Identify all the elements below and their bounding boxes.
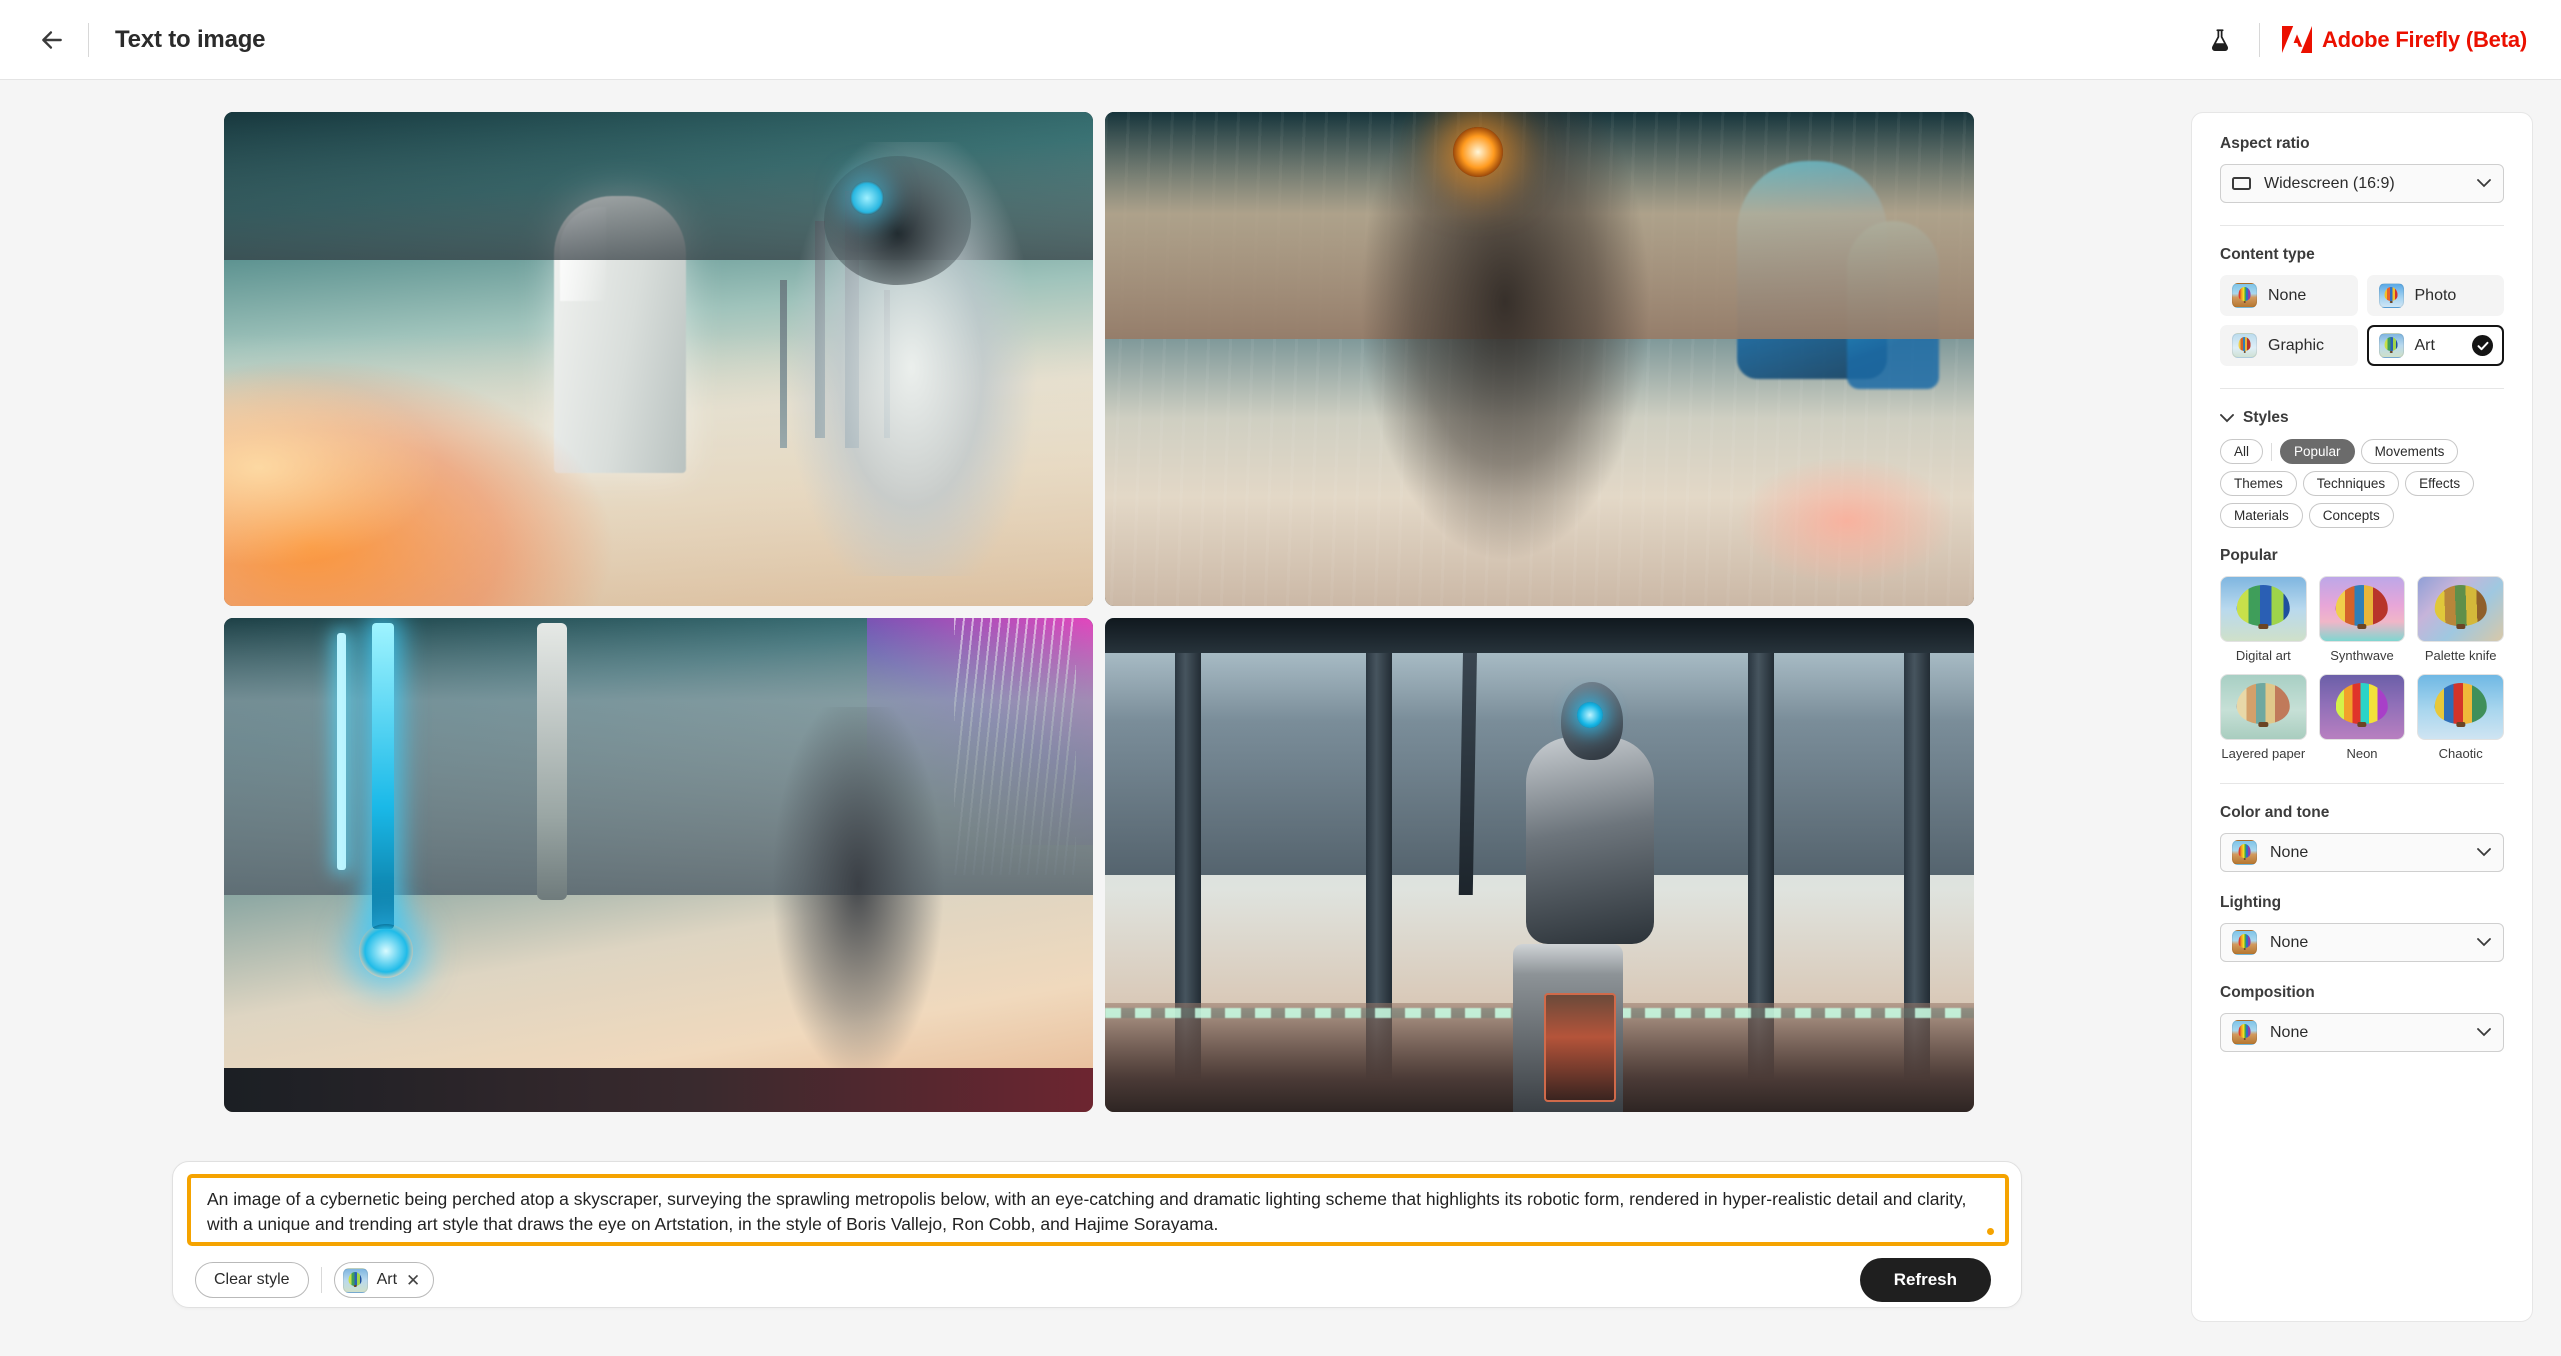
- style-thumbnail-image: [2417, 674, 2504, 740]
- balloon-thumbnail-icon: [2378, 283, 2404, 308]
- style-thumbnail-image: [2318, 576, 2406, 642]
- style-digital-art[interactable]: Digital art: [2220, 576, 2307, 663]
- style-thumbnail-image: [2318, 674, 2406, 740]
- style-filter-chips: All Popular Movements Themes Techniques …: [2220, 439, 2504, 528]
- lighting-select[interactable]: None: [2220, 923, 2504, 962]
- style-filter-effects[interactable]: Effects: [2405, 471, 2475, 496]
- style-filter-all[interactable]: All: [2220, 439, 2264, 464]
- adobe-logo-icon: [2281, 26, 2312, 53]
- generated-image-2[interactable]: [1105, 112, 1974, 606]
- balloon-thumbnail-icon: [2232, 930, 2257, 955]
- arrow-left-icon: [42, 30, 62, 49]
- generated-image-1[interactable]: [224, 112, 1093, 606]
- style-thumbnail-grid: Digital art Synthwave Palette knife Laye…: [2220, 576, 2504, 761]
- clear-style-button[interactable]: Clear style: [195, 1262, 309, 1298]
- firefly-brand[interactable]: Adobe Firefly (Beta): [2281, 26, 2527, 53]
- styles-header[interactable]: Styles: [2220, 409, 2504, 427]
- prompt-bar: An image of a cybernetic being perched a…: [172, 1161, 2022, 1308]
- balloon-thumbnail-icon: [342, 1267, 368, 1293]
- chevron-down-icon: [2477, 938, 2491, 947]
- content-type-art[interactable]: Art: [2366, 325, 2504, 366]
- style-filter-techniques[interactable]: Techniques: [2302, 471, 2400, 496]
- style-thumbnail-image: [2417, 576, 2504, 642]
- color-and-tone-label: Color and tone: [2220, 804, 2330, 821]
- generated-images-grid: [224, 112, 1974, 1112]
- balloon-thumbnail-icon: [2232, 333, 2257, 358]
- check-icon: [2472, 335, 2493, 356]
- prompt-actions: Clear style Art ✕: [195, 1262, 435, 1298]
- composition-value: None: [2270, 1023, 2309, 1041]
- settings-panel: Aspect ratio Widescreen (16:9) Content t…: [2191, 112, 2533, 1322]
- styles-label: Styles: [2243, 409, 2289, 426]
- action-separator: [320, 1267, 322, 1293]
- content-type-none[interactable]: None: [2220, 275, 2358, 316]
- style-filter-movements[interactable]: Movements: [2360, 439, 2459, 464]
- chevron-down-icon: [2477, 848, 2491, 857]
- panel-divider-3: [2220, 783, 2504, 784]
- balloon-thumbnail-icon: [2232, 840, 2257, 865]
- panel-divider-2: [2220, 388, 2504, 389]
- page-title: Text to image: [115, 25, 266, 53]
- style-filter-themes[interactable]: Themes: [2220, 471, 2297, 496]
- color-and-tone-value: None: [2270, 843, 2309, 861]
- lighting-value: None: [2270, 933, 2309, 951]
- content-type-label: Content type: [2220, 246, 2315, 263]
- style-thumbnail-image: [2220, 576, 2307, 642]
- aspect-ratio-value: Widescreen (16:9): [2264, 174, 2395, 192]
- header-divider-2: [2258, 22, 2260, 57]
- balloon-thumbnail-icon: [2378, 333, 2404, 358]
- style-chip-art[interactable]: Art ✕: [333, 1262, 435, 1298]
- content-type-photo[interactable]: Photo: [2366, 275, 2504, 316]
- color-and-tone-select[interactable]: None: [2220, 833, 2504, 872]
- chevron-down-icon: [2477, 179, 2491, 188]
- header-divider: [88, 22, 89, 57]
- aspect-ratio-icon: [2232, 177, 2251, 190]
- chevron-down-icon: [2477, 1028, 2491, 1037]
- style-palette-knife[interactable]: Palette knife: [2417, 576, 2504, 663]
- brand-name: Adobe Firefly (Beta): [2321, 26, 2527, 52]
- composition-label: Composition: [2220, 984, 2315, 1001]
- generated-image-4[interactable]: [1105, 618, 1974, 1112]
- popular-group-label: Popular: [2220, 547, 2278, 564]
- prompt-resize-dot[interactable]: [1987, 1228, 1994, 1235]
- aspect-ratio-select[interactable]: Widescreen (16:9): [2220, 164, 2504, 203]
- lighting-label: Lighting: [2220, 894, 2282, 911]
- style-filter-popular[interactable]: Popular: [2280, 439, 2355, 464]
- chip-separator: [2271, 442, 2273, 461]
- app-header: Text to image Adobe Firefly (Beta): [0, 0, 2561, 80]
- refresh-button[interactable]: Refresh: [1859, 1258, 1991, 1302]
- style-filter-materials[interactable]: Materials: [2220, 503, 2303, 528]
- style-synthwave[interactable]: Synthwave: [2318, 576, 2406, 663]
- prompt-input-wrapper[interactable]: An image of a cybernetic being perched a…: [187, 1174, 2009, 1246]
- back-button[interactable]: [30, 18, 74, 62]
- content-type-graphic[interactable]: Graphic: [2220, 325, 2358, 366]
- prompt-input[interactable]: An image of a cybernetic being perched a…: [207, 1187, 1989, 1233]
- style-filter-concepts[interactable]: Concepts: [2308, 503, 2394, 528]
- style-chip-label: Art: [376, 1271, 398, 1288]
- panel-divider-1: [2220, 225, 2504, 226]
- generated-image-3[interactable]: [224, 618, 1093, 1112]
- aspect-ratio-label: Aspect ratio: [2220, 135, 2310, 152]
- style-neon[interactable]: Neon: [2318, 674, 2406, 761]
- content-type-grid: None Photo Graphic Art: [2220, 275, 2504, 366]
- header-right-group: Adobe Firefly (Beta): [2203, 22, 2527, 57]
- balloon-thumbnail-icon: [2232, 1020, 2257, 1045]
- balloon-thumbnail-icon: [2232, 283, 2257, 308]
- style-chaotic[interactable]: Chaotic: [2417, 674, 2504, 761]
- close-icon[interactable]: ✕: [406, 1272, 420, 1289]
- flask-icon[interactable]: [2203, 23, 2237, 57]
- composition-select[interactable]: None: [2220, 1013, 2504, 1052]
- style-layered-paper[interactable]: Layered paper: [2220, 674, 2307, 761]
- chevron-down-icon: [2220, 413, 2234, 422]
- style-thumbnail-image: [2220, 674, 2307, 740]
